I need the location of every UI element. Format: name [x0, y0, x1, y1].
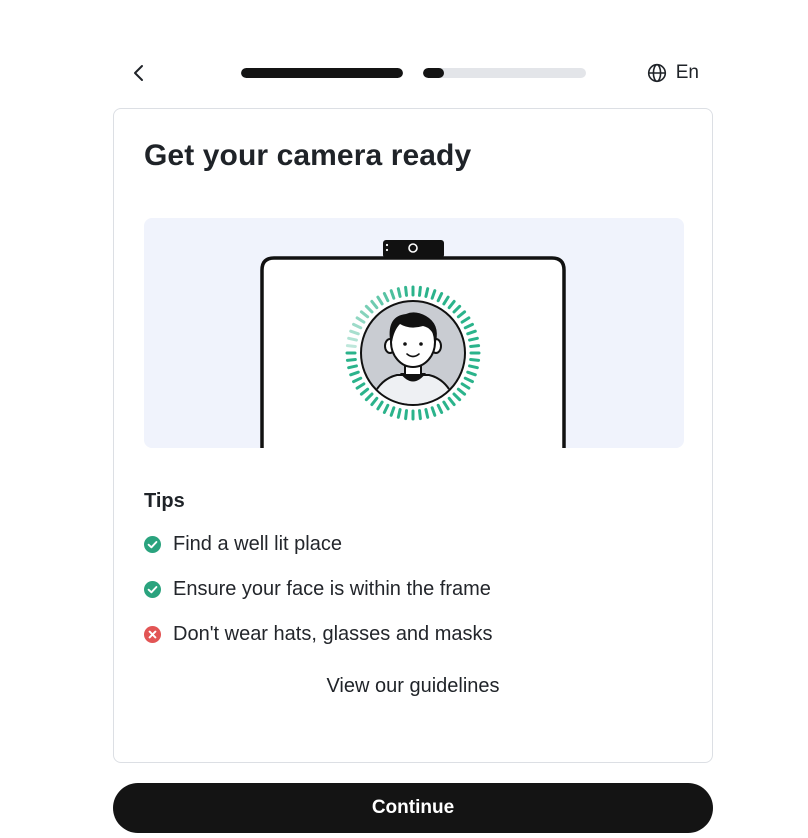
tip-text: Don't wear hats, glasses and masks [173, 622, 493, 645]
scan-ring-tick [347, 336, 358, 342]
view-guidelines-link[interactable]: View our guidelines [114, 675, 712, 698]
page-title: Get your camera ready [144, 139, 472, 172]
scan-ring-tick [417, 409, 422, 421]
scan-ring-tick [469, 344, 481, 349]
language-label: En [675, 62, 699, 83]
progress-fill [423, 68, 445, 78]
scan-ring-tick [396, 408, 402, 419]
tips-heading: Tips [144, 490, 185, 512]
header: En [113, 55, 713, 91]
camera-setup-card: Get your camera ready Tips Find a well l… [113, 108, 713, 763]
scan-ring-tick [468, 336, 479, 342]
tip-text: Find a well lit place [173, 532, 342, 555]
tips-list: Find a well lit place Ensure your face i… [144, 529, 493, 664]
x-circle-icon [144, 625, 161, 643]
progress-bar-step-1 [241, 68, 403, 78]
scan-ring-tick [424, 408, 430, 419]
scan-ring-tick [347, 364, 358, 370]
globe-icon [647, 63, 666, 83]
scan-ring-tick [417, 285, 422, 297]
scan-ring-tick [424, 287, 430, 298]
tip-item: Ensure your face is within the frame [144, 574, 493, 604]
scan-ring-tick [345, 344, 357, 349]
progress-fill [241, 68, 403, 78]
scan-ring-tick [404, 409, 409, 421]
phone-face-scan-illustration [144, 218, 684, 448]
progress-bar-step-2 [423, 68, 586, 78]
language-selector[interactable]: En [647, 59, 699, 87]
tip-text: Ensure your face is within the frame [173, 577, 491, 600]
chevron-left-icon [134, 65, 143, 81]
scan-ring-tick [404, 285, 409, 297]
tip-item: Don't wear hats, glasses and masks [144, 619, 493, 649]
check-circle-icon [144, 535, 161, 553]
back-button[interactable] [127, 61, 151, 85]
camera-notch [383, 240, 444, 258]
scan-ring-tick [345, 357, 357, 362]
scan-ring-tick [396, 287, 402, 298]
continue-button[interactable]: Continue [113, 783, 713, 833]
check-circle-icon [144, 580, 161, 598]
tip-item: Find a well lit place [144, 529, 493, 559]
scan-ring-tick [468, 364, 479, 370]
scan-ring-tick [469, 357, 481, 362]
